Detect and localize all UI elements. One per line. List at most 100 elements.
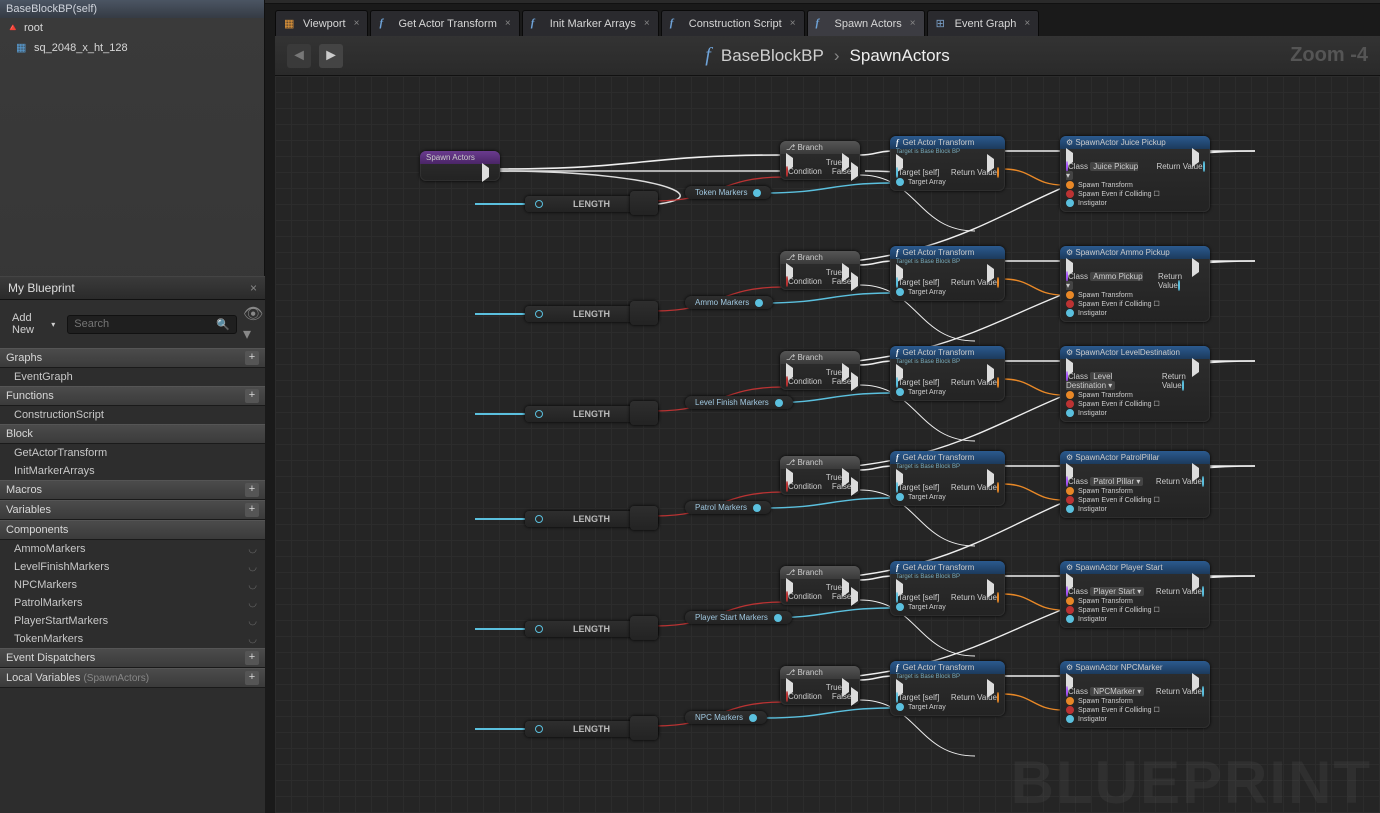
- eye-closed-icon[interactable]: ◡: [248, 544, 257, 555]
- node-get-actor-transform[interactable]: f Get Actor TransformTarget is Base Bloc…: [890, 136, 1005, 191]
- section-components[interactable]: Components: [0, 520, 265, 540]
- search-icon: 🔍: [216, 318, 230, 331]
- section-block[interactable]: Block: [0, 424, 265, 444]
- node-variable-get[interactable]: Token Markers: [685, 186, 771, 199]
- tab-getactortransform[interactable]: fGet Actor Transform×: [370, 10, 519, 36]
- item-initmarkerarrays[interactable]: InitMarkerArrays: [0, 462, 265, 480]
- components-mesh-item[interactable]: ▦ sq_2048_x_ht_128: [0, 38, 264, 58]
- node-variable-get[interactable]: Player Start Markers: [685, 611, 792, 624]
- eye-closed-icon[interactable]: ◡: [248, 598, 257, 609]
- mesh-item-label: sq_2048_x_ht_128: [34, 42, 128, 54]
- add-variable-button[interactable]: +: [245, 503, 259, 517]
- node-branch[interactable]: ⎇ BranchTrue ConditionFalse: [780, 666, 860, 705]
- nav-forward-button[interactable]: ►: [319, 44, 343, 68]
- node-greater[interactable]: [630, 301, 658, 325]
- eye-closed-icon[interactable]: ◡: [248, 616, 257, 627]
- function-icon: f: [531, 17, 545, 31]
- editor-tabs: ▦Viewport× fGet Actor Transform× fInit M…: [275, 10, 1380, 36]
- node-get-actor-transform[interactable]: f Get Actor TransformTarget is Base Bloc…: [890, 561, 1005, 616]
- tab-initmarkerarrays[interactable]: fInit Marker Arrays×: [522, 10, 659, 36]
- tab-spawnactors[interactable]: fSpawn Actors×: [807, 10, 925, 36]
- var-levelfinishmarkers[interactable]: LevelFinishMarkers◡: [0, 558, 265, 576]
- eye-closed-icon[interactable]: ◡: [248, 580, 257, 591]
- function-icon: f: [705, 44, 711, 67]
- tab-close-icon[interactable]: ×: [644, 18, 650, 29]
- node-branch[interactable]: ⎇ BranchTrue ConditionFalse: [780, 251, 860, 290]
- close-icon[interactable]: ×: [250, 281, 257, 295]
- node-variable-get[interactable]: NPC Markers: [685, 711, 767, 724]
- node-branch[interactable]: ⎇ BranchTrue ConditionFalse: [780, 566, 860, 605]
- add-new-button[interactable]: Add New: [6, 310, 61, 338]
- graph-icon: ⊞: [936, 17, 950, 31]
- node-branch[interactable]: ⎇ BranchTrue ConditionFalse: [780, 351, 860, 390]
- visibility-toggle-icon[interactable]: 👁▾: [243, 304, 259, 344]
- node-greater[interactable]: [630, 716, 658, 740]
- node-get-actor-transform[interactable]: f Get Actor TransformTarget is Base Bloc…: [890, 246, 1005, 301]
- node-spawn-actor[interactable]: ⚙ SpawnActor Player Start Class Player S…: [1060, 561, 1210, 628]
- tab-viewport[interactable]: ▦Viewport×: [275, 10, 368, 36]
- components-self-header[interactable]: BaseBlockBP(self): [0, 0, 264, 18]
- function-icon: f: [670, 17, 684, 31]
- scene-root-icon: 🔺: [6, 21, 20, 35]
- section-localvars[interactable]: Local Variables (SpawnActors) +: [0, 668, 265, 688]
- node-greater[interactable]: [630, 191, 658, 215]
- components-root[interactable]: 🔺 root: [0, 18, 264, 38]
- item-getactortransform[interactable]: GetActorTransform: [0, 444, 265, 462]
- static-mesh-icon: ▦: [16, 41, 30, 55]
- blueprint-watermark: BLUEPRINT: [1011, 748, 1372, 813]
- root-label: root: [24, 22, 43, 34]
- breadcrumb-parent[interactable]: BaseBlockBP: [721, 46, 824, 66]
- item-eventgraph[interactable]: EventGraph: [0, 368, 265, 386]
- node-get-actor-transform[interactable]: f Get Actor TransformTarget is Base Bloc…: [890, 661, 1005, 716]
- node-spawn-actor[interactable]: ⚙ SpawnActor Juice Pickup Class Juice Pi…: [1060, 136, 1210, 212]
- node-get-actor-transform[interactable]: f Get Actor TransformTarget is Base Bloc…: [890, 346, 1005, 401]
- tab-close-icon[interactable]: ×: [910, 18, 916, 29]
- var-npcmarkers[interactable]: NPCMarkers◡: [0, 576, 265, 594]
- node-branch[interactable]: ⎇ BranchTrue ConditionFalse: [780, 456, 860, 495]
- breadcrumb-current: SpawnActors: [850, 46, 950, 66]
- var-ammomarkers[interactable]: AmmoMarkers◡: [0, 540, 265, 558]
- tab-close-icon[interactable]: ×: [505, 18, 511, 29]
- node-variable-get[interactable]: Ammo Markers: [685, 296, 773, 309]
- node-function-entry[interactable]: Spawn Actors: [420, 151, 500, 181]
- node-spawn-actor[interactable]: ⚙ SpawnActor Ammo Pickup Class Ammo Pick…: [1060, 246, 1210, 322]
- tab-close-icon[interactable]: ×: [790, 18, 796, 29]
- section-dispatchers[interactable]: Event Dispatchers+: [0, 648, 265, 668]
- tab-constructionscript[interactable]: fConstruction Script×: [661, 10, 805, 36]
- add-function-button[interactable]: +: [245, 389, 259, 403]
- eye-closed-icon[interactable]: ◡: [248, 562, 257, 573]
- node-greater[interactable]: [630, 506, 658, 530]
- section-variables[interactable]: Variables+: [0, 500, 265, 520]
- node-greater[interactable]: [630, 401, 658, 425]
- my-blueprint-panel-title: My Blueprint ×: [0, 276, 265, 300]
- breadcrumb: f BaseBlockBP › SpawnActors: [705, 44, 949, 67]
- function-icon: f: [379, 17, 393, 31]
- node-branch[interactable]: ⎇ BranchTrue ConditionFalse: [780, 141, 860, 180]
- blueprint-canvas[interactable]: Spawn Actors LENGTHToken Markers⎇ Branch…: [275, 76, 1380, 813]
- node-spawn-actor[interactable]: ⚙ SpawnActor PatrolPillar Class Patrol P…: [1060, 451, 1210, 518]
- add-dispatcher-button[interactable]: +: [245, 651, 259, 665]
- node-greater[interactable]: [630, 616, 658, 640]
- section-macros[interactable]: Macros+: [0, 480, 265, 500]
- tab-eventgraph[interactable]: ⊞Event Graph×: [927, 10, 1040, 36]
- add-graph-button[interactable]: +: [245, 351, 259, 365]
- add-macro-button[interactable]: +: [245, 483, 259, 497]
- tab-close-icon[interactable]: ×: [1024, 18, 1030, 29]
- section-functions[interactable]: Functions+: [0, 386, 265, 406]
- item-constructionscript[interactable]: ConstructionScript: [0, 406, 265, 424]
- node-spawn-actor[interactable]: ⚙ SpawnActor LevelDestination Class Leve…: [1060, 346, 1210, 422]
- zoom-indicator: Zoom -4: [1290, 44, 1368, 67]
- node-variable-get[interactable]: Patrol Markers: [685, 501, 771, 514]
- add-localvar-button[interactable]: +: [245, 671, 259, 685]
- eye-closed-icon[interactable]: ◡: [248, 634, 257, 645]
- var-playerstartmarkers[interactable]: PlayerStartMarkers◡: [0, 612, 265, 630]
- node-spawn-actor[interactable]: ⚙ SpawnActor NPCMarker Class NPCMarker ▾…: [1060, 661, 1210, 728]
- search-input[interactable]: 🔍: [67, 315, 237, 334]
- node-get-actor-transform[interactable]: f Get Actor TransformTarget is Base Bloc…: [890, 451, 1005, 506]
- var-tokenmarkers[interactable]: TokenMarkers◡: [0, 630, 265, 648]
- var-patrolmarkers[interactable]: PatrolMarkers◡: [0, 594, 265, 612]
- nav-back-button[interactable]: ◄: [287, 44, 311, 68]
- tab-close-icon[interactable]: ×: [354, 18, 360, 29]
- node-variable-get[interactable]: Level Finish Markers: [685, 396, 793, 409]
- section-graphs[interactable]: Graphs+: [0, 348, 265, 368]
